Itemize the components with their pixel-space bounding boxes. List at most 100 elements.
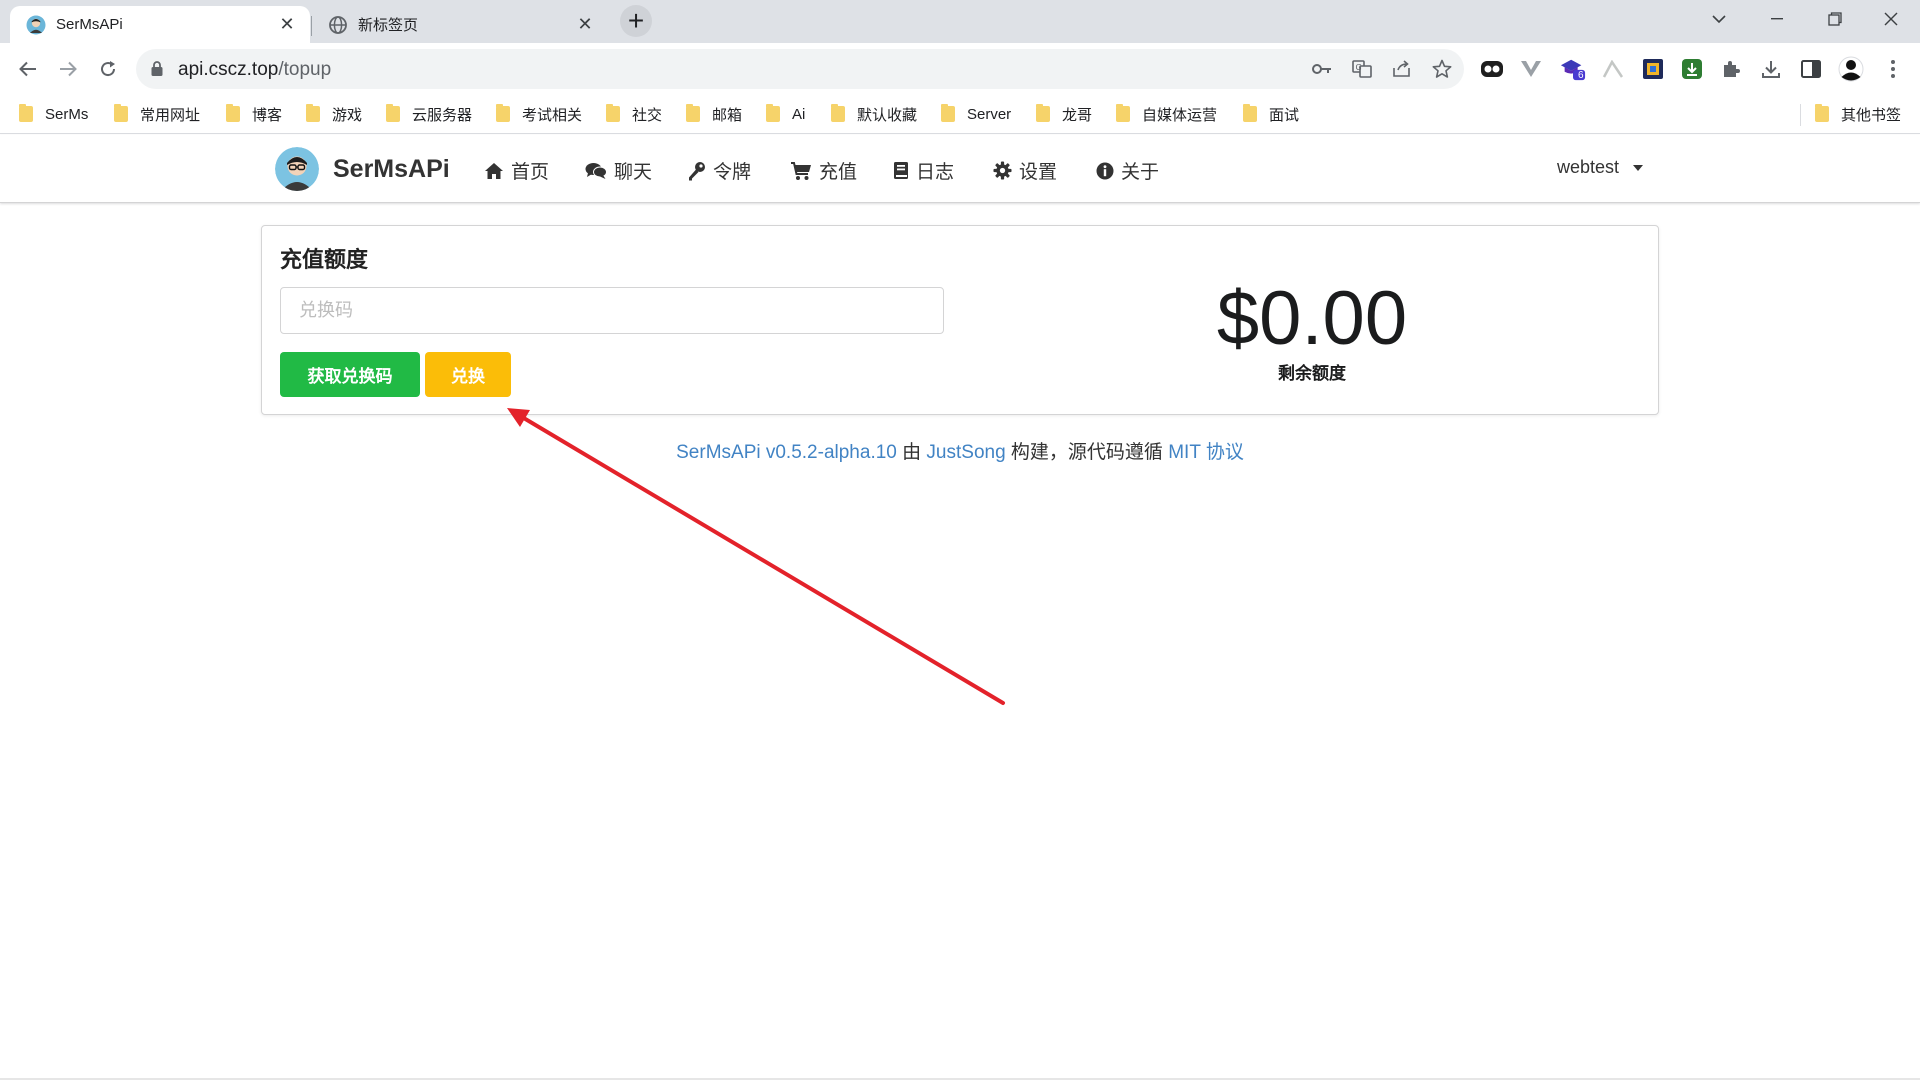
nav-label: 充值 [819,162,858,183]
card-title: 充值额度 [280,247,369,272]
reload-icon[interactable] [92,53,124,85]
extensions-puzzle-icon[interactable] [1718,56,1744,82]
bookmark-folder[interactable]: 自媒体运营 [1116,103,1217,125]
bookmark-folder[interactable]: 面试 [1243,103,1299,125]
folder-icon [1815,104,1829,122]
key-icon [688,161,706,181]
extension-game-icon[interactable] [1640,56,1666,82]
tab-close-icon[interactable]: ✕ [574,14,596,36]
restore-icon[interactable] [1806,0,1864,38]
bookmark-folder[interactable]: Server [941,103,1011,125]
bookmark-label: 其他书签 [1841,106,1902,124]
folder-icon [831,104,845,122]
extension-download-icon[interactable] [1679,56,1705,82]
tab-sermsapi[interactable]: SerMsAPi ✕ [10,6,310,43]
balance-label: 剩余额度 [1278,364,1346,383]
nav-item-logs[interactable]: 日志 [893,157,954,184]
forward-icon[interactable] [52,53,84,85]
bookmark-label: 常用网址 [140,106,201,124]
brand-link[interactable]: SerMsAPi [275,147,450,191]
nav-item-topup[interactable]: 充值 [790,157,857,184]
profile-avatar[interactable] [1838,56,1864,82]
bookmark-folder[interactable]: 游戏 [306,103,362,125]
folder-icon [19,104,33,122]
footer-text: 由 [896,442,927,463]
lock-icon[interactable] [150,60,164,77]
nav-item-about[interactable]: 关于 [1096,157,1159,184]
chrome-menu-icon[interactable] [1880,56,1906,82]
new-tab-button[interactable]: + [620,5,652,37]
author-link[interactable]: JustSong [926,442,1005,463]
nav-label: 聊天 [614,162,653,183]
project-link[interactable]: SerMsAPi v0.5.2-alpha.10 [676,442,897,463]
footer-text: 构建，源代码遵循 [1005,442,1169,463]
license-link[interactable]: MIT 协议 [1168,442,1244,463]
nav-item-tokens[interactable]: 令牌 [688,157,751,184]
bookmark-folder[interactable]: 邮箱 [686,103,742,125]
brand-name: SerMsAPi [333,154,450,183]
username: webtest [1557,157,1620,177]
bookmark-folder[interactable]: 龙哥 [1036,103,1092,125]
share-icon[interactable] [1390,57,1414,81]
address-bar[interactable]: api.cscz.top/topup G [136,49,1464,89]
url-text[interactable]: api.cscz.top/topup [178,59,331,81]
folder-icon [1243,104,1257,122]
redeem-code-input[interactable] [280,287,944,334]
url-host: api.cscz.top [178,59,279,80]
bookmark-star-icon[interactable] [1430,57,1454,81]
browser-toolbar: api.cscz.top/topup G 6 [0,43,1920,94]
bookmark-folder[interactable]: 常用网址 [114,103,200,125]
bookmark-label: 社交 [632,106,663,124]
minimize-icon[interactable] [1748,0,1806,38]
back-icon[interactable] [12,53,44,85]
nav-item-chat[interactable]: 聊天 [585,157,652,184]
tab-new-tab-page[interactable]: 新标签页 ✕ [312,6,608,43]
tab-close-icon[interactable]: ✕ [276,14,298,36]
bookmark-folder[interactable]: 考试相关 [496,103,582,125]
bookmarks-bar: SerMs 常用网址 博客 游戏 云服务器 考试相关 社交 邮箱 Ai 默认收藏… [0,94,1920,134]
globe-icon [329,15,347,34]
extension-peak-icon[interactable] [1600,56,1626,82]
folder-icon [686,104,700,122]
extension-badge: 6 [1578,70,1584,81]
nav-label: 关于 [1121,162,1160,183]
tab-title: SerMsAPi [56,16,123,33]
bookmark-label: 自媒体运营 [1142,106,1218,124]
tab-search-icon[interactable] [1690,0,1748,38]
nav-label: 设置 [1019,162,1058,183]
bookmark-folder[interactable]: Ai [766,103,805,125]
bookmark-label: 默认收藏 [857,106,918,124]
nav-label: 令牌 [713,162,752,183]
bookmarks-divider [1800,104,1801,126]
nav-item-home[interactable]: 首页 [484,157,549,184]
password-key-icon[interactable] [1310,57,1334,81]
bookmark-folder[interactable]: 默认收藏 [831,103,917,125]
redeem-button[interactable]: 兑换 [425,352,511,397]
bookmark-folder[interactable]: 社交 [606,103,662,125]
bookmark-folder[interactable]: SerMs [19,103,88,125]
extension-cap-icon[interactable]: 6 [1560,56,1586,82]
gear-icon [993,161,1012,180]
cart-icon [790,161,812,181]
comments-icon [585,162,607,180]
folder-icon [766,104,780,122]
folder-icon [306,104,320,122]
close-window-icon[interactable] [1862,0,1920,38]
other-bookmarks[interactable]: 其他书签 [1815,103,1901,125]
bookmark-folder[interactable]: 云服务器 [386,103,472,125]
downloads-icon[interactable] [1758,56,1784,82]
folder-icon [1036,104,1050,122]
extension-vue-icon[interactable] [1518,56,1544,82]
side-panel-icon[interactable] [1798,56,1824,82]
bookmark-label: Server [967,105,1012,123]
folder-icon [226,104,240,122]
book-icon [893,161,909,180]
get-redeem-code-button[interactable]: 获取兑换码 [280,352,420,397]
user-dropdown[interactable]: webtest [1557,157,1644,178]
translate-icon[interactable]: G [1350,57,1374,81]
bookmark-folder[interactable]: 博客 [226,103,282,125]
site-favicon [26,15,46,34]
footer: SerMsAPi v0.5.2-alpha.10 由 JustSong 构建，源… [0,437,1920,464]
extension-mask-icon[interactable] [1479,56,1505,82]
nav-item-settings[interactable]: 设置 [993,157,1057,184]
